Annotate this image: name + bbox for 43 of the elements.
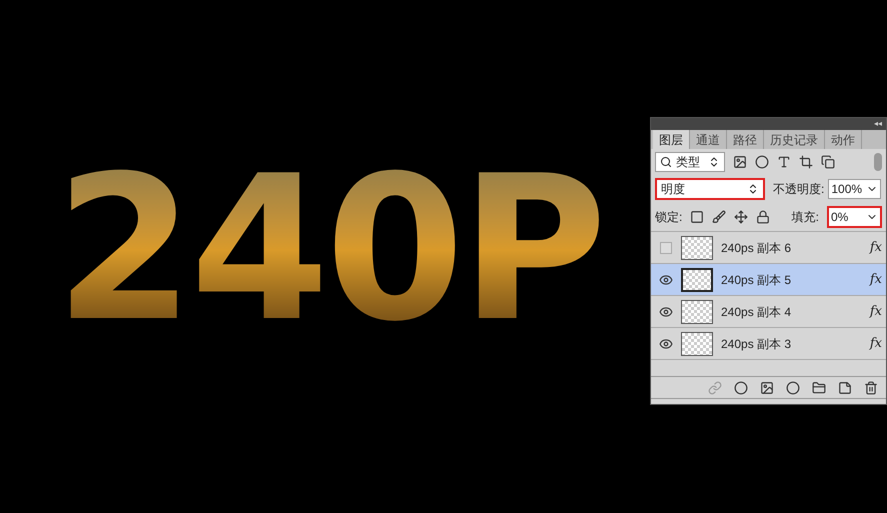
fx-icon: fx	[870, 302, 882, 322]
opacity-field[interactable]: 100%	[828, 179, 882, 199]
image-filter-icon[interactable]	[733, 155, 747, 169]
lock-label: 锁定:	[655, 209, 682, 226]
opacity-label: 不透明度:	[773, 181, 824, 198]
layer-row[interactable]: 240ps 副本 5 fx	[651, 264, 886, 296]
fill-field[interactable]: 0%	[827, 206, 882, 228]
fx-icon: fx	[870, 238, 882, 258]
layer-thumbnail	[681, 236, 713, 260]
folder-icon[interactable]	[812, 380, 826, 394]
brush-icon[interactable]	[712, 210, 726, 224]
layer-name: 240ps 副本 4	[721, 304, 792, 320]
fx-icon: fx	[870, 270, 882, 290]
layer-thumbnail	[681, 268, 713, 292]
panel-tab[interactable]: 图层	[653, 130, 690, 149]
mask-icon[interactable]	[760, 380, 774, 394]
visibility-toggle[interactable]	[660, 242, 672, 254]
filter-dropdown[interactable]: 类型	[655, 152, 725, 172]
blend-mode-dropdown[interactable]: 明度	[655, 178, 765, 200]
stepper-icon	[708, 156, 720, 168]
layer-name: 240ps 副本 3	[721, 336, 792, 352]
circle-filter-icon[interactable]	[755, 155, 769, 169]
layer-name: 240ps 副本 6	[721, 240, 792, 256]
layer-thumbnail	[681, 300, 713, 324]
move-icon[interactable]	[734, 210, 748, 224]
text-filter-icon[interactable]	[777, 155, 791, 169]
search-icon	[660, 156, 672, 168]
lock-icon[interactable]	[756, 210, 770, 224]
shape-filter-icon[interactable]	[799, 155, 813, 169]
trash-icon[interactable]	[864, 380, 878, 394]
collapse-button[interactable]: ◂◂	[874, 120, 882, 128]
new-layer-icon[interactable]	[838, 380, 852, 394]
fx-icon: fx	[870, 334, 882, 354]
eye-icon[interactable]	[659, 336, 673, 350]
eye-icon[interactable]	[659, 272, 673, 286]
lock-transparency-icon[interactable]	[690, 210, 704, 224]
layer-thumbnail	[681, 332, 713, 356]
fill-label: 填充:	[792, 209, 819, 226]
layer-name: 240ps 副本 5	[721, 272, 792, 288]
stepper-icon	[747, 183, 759, 195]
filter-toggle[interactable]	[874, 153, 882, 171]
smart-object-filter-icon[interactable]	[821, 155, 835, 169]
eye-icon[interactable]	[659, 304, 673, 318]
